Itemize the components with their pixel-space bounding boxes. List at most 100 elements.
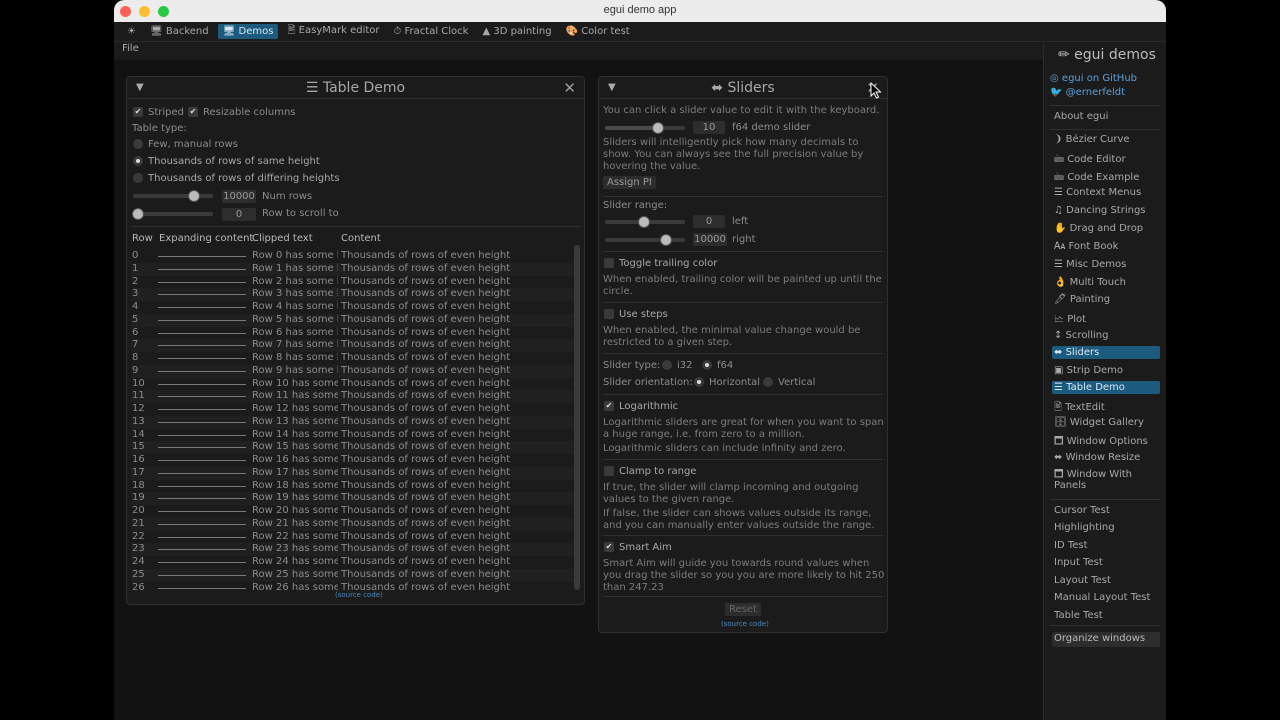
radio-horizontal[interactable]: Horizontal [694, 377, 760, 388]
column-header-content[interactable]: Content [341, 233, 381, 244]
column-header-expanding[interactable]: Expanding content [159, 233, 253, 244]
table-row[interactable]: 3 Row 3 has some lo Thousands of rows of e… [131, 288, 575, 301]
slider-knob[interactable] [652, 122, 664, 134]
table-row[interactable]: 20 Row 20 has some l Thousands of rows of … [131, 505, 575, 518]
resizable-columns-checkbox[interactable]: ✔ Resizable columns [188, 107, 296, 118]
radio-differing-heights[interactable]: Thousands of rows of differing heights [133, 173, 340, 184]
column-header-row[interactable]: Row [132, 233, 153, 244]
tab-backend[interactable]: 🖥 Backend [145, 24, 214, 39]
radio-few-rows[interactable]: Few, manual rows [133, 139, 238, 150]
tab-demos[interactable]: 🖥 Demos [217, 24, 279, 39]
radio-same-height[interactable]: Thousands of rows of same height [133, 156, 320, 167]
sidebar-item-b-zier-curve[interactable]: ❩ Bézier Curve [1052, 133, 1160, 146]
sidebar-item-misc-demos[interactable]: ☰ Misc Demos [1052, 258, 1160, 271]
table-row[interactable]: 9 Row 9 has some lo Thousands of rows of e… [131, 364, 575, 378]
table-row[interactable]: 22 Row 22 has some l Thousands of rows of … [131, 531, 575, 544]
sidebar-item-input-test[interactable]: Input Test [1052, 556, 1160, 569]
table-row[interactable]: 2 Row 2 has some lo Thousands of rows of e… [131, 276, 575, 289]
radio-i32[interactable]: i32 [662, 360, 693, 371]
sidebar-item-layout-test[interactable]: Layout Test [1052, 574, 1160, 587]
use-steps-checkbox[interactable]: Use steps [604, 309, 668, 320]
radio-vertical[interactable]: Vertical [763, 377, 815, 388]
range-left-value[interactable]: 0 [693, 215, 725, 228]
table-row[interactable]: 16 Row 16 has some l Thousands of rows of … [131, 454, 575, 467]
tab-fractal-clock[interactable]: ⏱ Fractal Clock [389, 24, 474, 39]
table-row[interactable]: 19 Row 19 has some l Thousands of rows of … [131, 492, 575, 505]
scroll-row-value[interactable]: 0 [222, 208, 256, 221]
sidebar-item-table-demo[interactable]: ☰ Table Demo [1052, 381, 1160, 394]
scroll-row-slider[interactable] [133, 212, 213, 216]
reset-button[interactable]: Reset [725, 603, 761, 616]
sidebar-item-widget-gallery[interactable]: 🗄 Widget Gallery [1052, 416, 1160, 429]
sidebar-item-context-menus[interactable]: ☰ Context Menus [1052, 186, 1160, 199]
slider-knob[interactable] [132, 208, 144, 220]
sidebar-item-cursor-test[interactable]: Cursor Test [1052, 504, 1160, 517]
tab-color-test[interactable]: 🎨 Color test [561, 24, 635, 39]
sidebar-item-multi-touch[interactable]: 👌 Multi Touch [1052, 276, 1160, 289]
table-row[interactable]: 7 Row 7 has some lo Thousands of rows of e… [131, 339, 575, 352]
table-row[interactable]: 13 Row 13 has some l Thousands of rows of … [131, 415, 575, 429]
source-code-link[interactable]: (source code) [721, 620, 769, 628]
table-row[interactable]: 0 Row 0 has some lo Thousands of rows of e… [131, 250, 575, 263]
sidebar-item-painting[interactable]: 🖊 Painting [1052, 293, 1160, 306]
table-row[interactable]: 17 Row 17 has some l Thousands of rows of … [131, 466, 575, 480]
trailing-color-checkbox[interactable]: Toggle trailing color [604, 258, 717, 269]
sidebar-item-drag-and-drop[interactable]: ✋ Drag and Drop [1052, 222, 1160, 235]
sidebar-item-scrolling[interactable]: ↕ Scrolling [1052, 329, 1160, 342]
sidebar-item-strip-demo[interactable]: ▣ Strip Demo [1052, 364, 1160, 377]
sidebar-item-sliders[interactable]: ⬌ Sliders [1052, 346, 1160, 359]
sidebar-item-highlighting[interactable]: Highlighting [1052, 521, 1160, 534]
sidebar-item-manual-layout-test[interactable]: Manual Layout Test [1052, 591, 1160, 604]
table-scrollbar[interactable] [574, 245, 580, 590]
sidebar-item-plot[interactable]: 🗠 Plot [1052, 311, 1160, 330]
table-row[interactable]: 21 Row 21 has some l Thousands of rows of … [131, 517, 575, 531]
sidebar-item-font-book[interactable]: 🗛 Font Book [1052, 240, 1160, 253]
table-row[interactable]: 6 Row 6 has some lo Thousands of rows of e… [131, 327, 575, 340]
tab-3d-painting[interactable]: ▲ 3D painting [477, 24, 556, 39]
sidebar-item-code-editor[interactable]: 🖮 Code Editor [1052, 151, 1160, 170]
about-egui-item[interactable]: About egui [1052, 110, 1160, 123]
logarithmic-checkbox[interactable]: ✔ Logarithmic [604, 401, 678, 412]
close-icon[interactable]: ✕ [563, 79, 576, 97]
range-right-value[interactable]: 10000 [693, 233, 727, 246]
table-row[interactable]: 12 Row 12 has some l Thousands of rows of … [131, 403, 575, 416]
sidebar-item-window-options[interactable]: 🗖 Window Options [1052, 433, 1160, 452]
sidebar-item-window-with-panels[interactable]: 🗖 Window With Panels [1052, 468, 1160, 492]
sidebar-item-dancing-strings[interactable]: ♫ Dancing Strings [1052, 204, 1160, 217]
table-row[interactable]: 8 Row 8 has some lo Thousands of rows of e… [131, 352, 575, 365]
slider-knob[interactable] [638, 216, 650, 228]
clamp-checkbox[interactable]: Clamp to range [604, 466, 696, 477]
table-row[interactable]: 18 Row 18 has some l Thousands of rows of … [131, 480, 575, 493]
tab-easymark[interactable]: 🖹 EasyMark editor [282, 21, 384, 42]
organize-windows-button[interactable]: Organize windows [1052, 632, 1160, 647]
source-code-link[interactable]: (source code) [335, 591, 383, 599]
slider-knob[interactable] [188, 190, 200, 202]
num-rows-value[interactable]: 10000 [222, 190, 256, 203]
table-row[interactable]: 14 Row 14 has some l Thousands of rows of … [131, 429, 575, 442]
demo-slider-value[interactable]: 10 [693, 121, 725, 134]
sidebar-item-id-test[interactable]: ID Test [1052, 539, 1160, 552]
range-right-slider[interactable] [605, 238, 685, 242]
github-link[interactable]: ◎ egui on GitHub [1050, 73, 1137, 84]
window-title-bar[interactable]: ▼ ☰ Table Demo ✕ [127, 77, 584, 99]
menu-file[interactable]: File [122, 43, 139, 54]
table-row[interactable]: 1 Row 1 has some lo Thousands of rows of e… [131, 262, 575, 276]
smart-aim-checkbox[interactable]: ✔ Smart Aim [604, 542, 672, 553]
table-row[interactable]: 5 Row 5 has some lo Thousands of rows of e… [131, 313, 575, 327]
num-rows-slider[interactable] [133, 194, 213, 198]
table-row[interactable]: 15 Row 15 has some l Thousands of rows of … [131, 441, 575, 454]
table-row[interactable]: 4 Row 4 has some lo Thousands of rows of e… [131, 301, 575, 314]
column-header-clipped[interactable]: Clipped text [252, 233, 313, 244]
table-row[interactable]: 24 Row 24 has some l Thousands of rows of … [131, 556, 575, 569]
twitter-link[interactable]: 🐦 @ernerfeldt [1050, 87, 1125, 98]
table-row[interactable]: 23 Row 23 has some l Thousands of rows of … [131, 543, 575, 556]
window-title-bar[interactable]: ▼ ⬌ Sliders ✕ [599, 77, 887, 99]
radio-f64[interactable]: f64 [702, 360, 733, 371]
slider-knob[interactable] [660, 234, 672, 246]
theme-toggle-icon[interactable]: ☀ [122, 24, 141, 39]
sidebar-item-table-test[interactable]: Table Test [1052, 609, 1160, 622]
table-row[interactable]: 10 Row 10 has some l Thousands of rows of … [131, 378, 575, 391]
table-row[interactable]: 11 Row 11 has some l Thousands of rows of … [131, 390, 575, 403]
sidebar-item-window-resize[interactable]: ⬌ Window Resize [1052, 451, 1160, 464]
striped-checkbox[interactable]: ✔ Striped [133, 107, 184, 118]
